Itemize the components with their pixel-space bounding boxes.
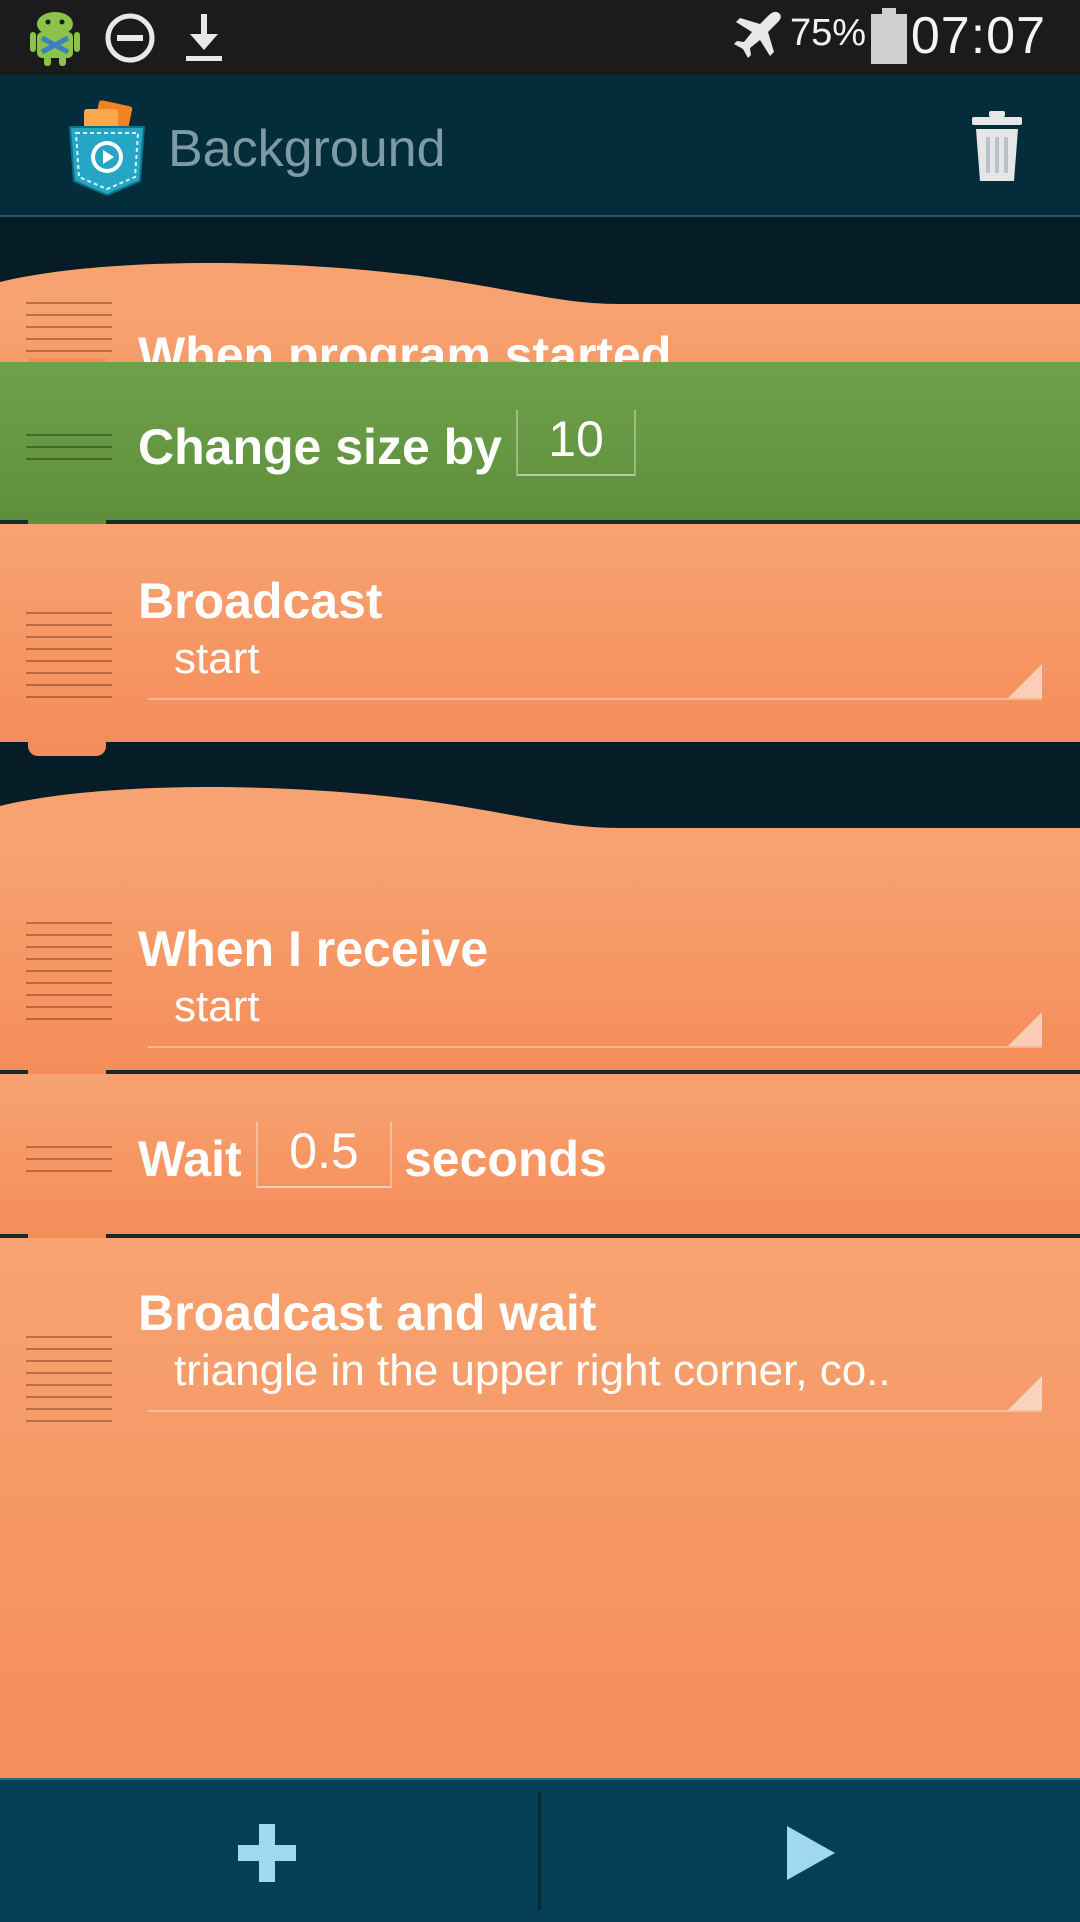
- brick-label: Wait: [138, 1131, 242, 1187]
- app-logo-icon[interactable]: [66, 97, 148, 197]
- drag-handle[interactable]: [26, 1326, 112, 1422]
- receive-message-dropdown[interactable]: start: [148, 980, 1042, 1048]
- broadcast-wait-message-dropdown[interactable]: triangle in the upper right corner, co..: [148, 1344, 1042, 1412]
- hat-brick-cap: [0, 263, 1080, 316]
- battery-percent: 75%: [790, 12, 867, 54]
- drag-handle[interactable]: [26, 424, 112, 460]
- brick-change-size-by[interactable]: Change size by 10: [0, 362, 1080, 520]
- drag-handle[interactable]: [26, 1136, 112, 1172]
- dropdown-arrow-icon: [1008, 664, 1042, 698]
- brick-broadcast-and-wait[interactable]: Broadcast and wait triangle in the upper…: [0, 1238, 1080, 1778]
- hat-brick-cap: [0, 787, 1080, 840]
- brick-connector: [28, 742, 106, 756]
- page-title: Background: [168, 120, 446, 178]
- play-icon: [787, 1826, 835, 1880]
- brick-when-i-receive[interactable]: When I receive start: [0, 838, 1080, 1070]
- dropdown-value: start: [174, 634, 260, 683]
- brick-wait[interactable]: Wait 0.5 seconds: [0, 1074, 1080, 1234]
- brick-broadcast[interactable]: Broadcast start: [0, 524, 1080, 742]
- airplane-mode-icon: [734, 11, 781, 58]
- wait-seconds-field[interactable]: 0.5: [256, 1122, 392, 1188]
- dropdown-arrow-icon: [1008, 1012, 1042, 1046]
- brick-label: Change size by: [138, 419, 502, 475]
- drag-handle[interactable]: [26, 912, 112, 1022]
- drag-handle[interactable]: [26, 602, 112, 698]
- do-not-disturb-icon: [105, 13, 155, 63]
- brick-label: Broadcast: [138, 573, 383, 629]
- dropdown-value: triangle in the upper right corner, co..: [174, 1346, 891, 1395]
- action-bar: Background: [0, 75, 1080, 217]
- dropdown-arrow-icon: [1008, 1376, 1042, 1410]
- status-bar: 75% 07:07: [0, 0, 1080, 75]
- play-button[interactable]: [541, 1780, 1080, 1922]
- clock: 07:07: [910, 7, 1046, 65]
- android-debug-icon: [30, 12, 80, 66]
- brick-label: Broadcast and wait: [138, 1285, 597, 1341]
- add-brick-button[interactable]: [0, 1780, 538, 1922]
- brick-suffix-label: seconds: [404, 1131, 607, 1187]
- download-icon: [186, 14, 222, 61]
- trash-icon[interactable]: [970, 111, 1024, 183]
- battery-icon: [871, 8, 907, 64]
- broadcast-message-dropdown[interactable]: start: [148, 632, 1042, 700]
- brick-label: When I receive: [138, 921, 489, 977]
- size-value-field[interactable]: 10: [516, 410, 636, 476]
- dropdown-value: start: [174, 982, 260, 1031]
- bottom-bar: [0, 1778, 1080, 1922]
- add-icon: [238, 1824, 296, 1882]
- script-area: When program started Change size by 10 B…: [0, 218, 1080, 1778]
